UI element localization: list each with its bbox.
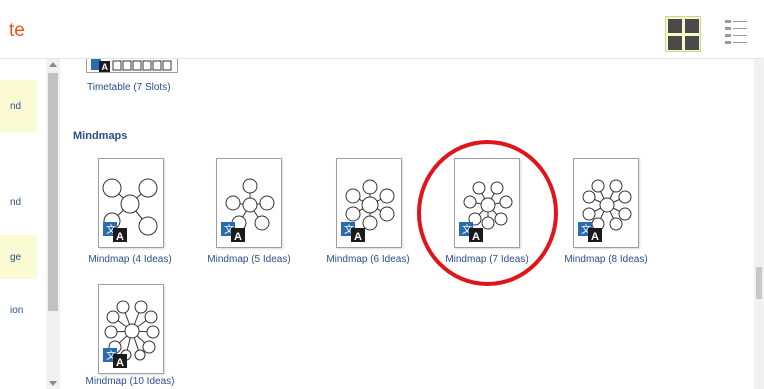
sidebar-item-1[interactable]: nd bbox=[0, 80, 37, 132]
translate-icon: 文 A bbox=[578, 222, 602, 242]
mindmap-tile[interactable]: 文 A Mindmap (5 Ideas) bbox=[189, 158, 309, 270]
translate-icon: 文 A bbox=[103, 348, 127, 368]
mindmap-thumbnail: 文 A bbox=[573, 158, 639, 248]
sidebar-item-2[interactable]: nd bbox=[0, 187, 37, 217]
sidebar-item-label: nd bbox=[10, 196, 22, 208]
grid-icon bbox=[667, 18, 682, 33]
list-view-button[interactable] bbox=[725, 18, 749, 48]
mindmap-tile[interactable]: 文 A Mindmap (4 Ideas) bbox=[70, 158, 190, 270]
mindmap-tile[interactable]: 文 A Mindmap (6 Ideas) bbox=[308, 158, 428, 270]
mindmap-label: Mindmap (6 Ideas) bbox=[326, 254, 410, 265]
timetable-thumbnail[interactable]: A bbox=[86, 59, 178, 73]
scrollbar-thumb[interactable] bbox=[48, 73, 58, 311]
timetable-label[interactable]: Timetable (7 Slots) bbox=[87, 82, 171, 93]
mindmap-label: Mindmap (5 Ideas) bbox=[207, 254, 291, 265]
sidebar-item-label: nd bbox=[10, 100, 22, 112]
svg-text:A: A bbox=[102, 62, 109, 72]
section-title-mindmaps: Mindmaps bbox=[73, 130, 128, 142]
sidebar-item-label: ge bbox=[10, 251, 22, 263]
svg-text:A: A bbox=[591, 231, 599, 242]
grid-icon bbox=[667, 35, 682, 50]
grid-icon bbox=[684, 35, 699, 50]
translate-icon: 文 A bbox=[341, 222, 365, 242]
mindmap-label: Mindmap (4 Ideas) bbox=[88, 254, 172, 265]
mindmap-label: Mindmap (7 Ideas) bbox=[445, 254, 529, 265]
sidebar-scrollbar[interactable] bbox=[46, 59, 60, 389]
mindmap-thumbnail: 文 A bbox=[98, 158, 164, 248]
mindmap-tile[interactable]: 文 A Mindmap (10 Ideas) bbox=[70, 280, 190, 389]
app-brand: te bbox=[9, 20, 25, 41]
timetable-preview-icon: A bbox=[91, 59, 172, 72]
scroll-down-icon[interactable] bbox=[49, 381, 57, 386]
grid-icon bbox=[684, 18, 699, 33]
sidebar: nd nd ge ion bbox=[0, 59, 46, 389]
mindmap-label: Mindmap (10 Ideas) bbox=[85, 376, 175, 387]
translate-icon: 文 A bbox=[459, 222, 483, 242]
mindmap-thumbnail: 文 A bbox=[454, 158, 520, 248]
mindmap-tile[interactable]: 文 A Mindmap (8 Ideas) bbox=[546, 158, 666, 270]
svg-text:A: A bbox=[234, 231, 242, 242]
sidebar-item-4[interactable]: ion bbox=[0, 295, 37, 325]
scrollbar-thumb[interactable] bbox=[756, 267, 762, 299]
translate-icon: 文 A bbox=[103, 222, 127, 242]
scroll-up-icon[interactable] bbox=[49, 62, 57, 67]
mindmap-label: Mindmap (8 Ideas) bbox=[564, 254, 648, 265]
svg-text:A: A bbox=[354, 231, 362, 242]
mindmap-thumbnail: 文 A bbox=[98, 284, 164, 374]
list-icon bbox=[725, 20, 747, 44]
translate-icon: 文 A bbox=[221, 222, 245, 242]
svg-text:A: A bbox=[116, 357, 124, 368]
svg-text:A: A bbox=[116, 231, 124, 242]
main-scrollbar[interactable] bbox=[754, 59, 764, 389]
grid-view-button[interactable] bbox=[665, 16, 701, 52]
mindmap-tile[interactable]: 文 A Mindmap (7 Ideas) bbox=[427, 158, 547, 270]
mindmap-thumbnail: 文 A bbox=[336, 158, 402, 248]
svg-text:A: A bbox=[472, 231, 480, 242]
sidebar-item-label: ion bbox=[10, 304, 24, 316]
sidebar-item-3[interactable]: ge bbox=[0, 235, 37, 279]
mindmap-thumbnail: 文 A bbox=[216, 158, 282, 248]
